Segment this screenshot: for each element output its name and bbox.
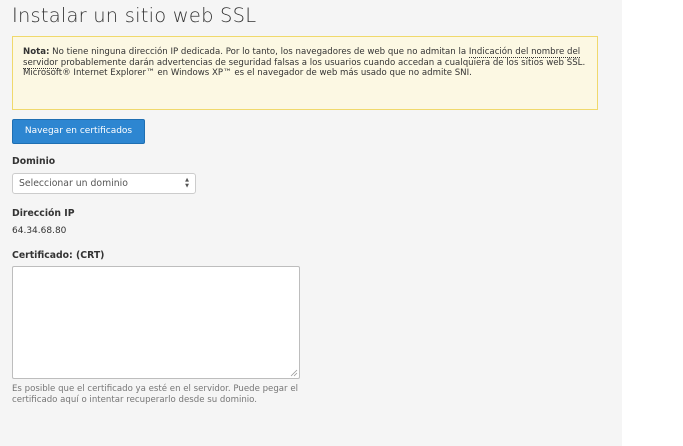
alert-text-part-1: No tiene ninguna dirección IP dedicada. … xyxy=(49,47,469,57)
page: Instalar un sitio web SSL Nota: No tiene… xyxy=(0,0,683,446)
resize-handle-icon[interactable] xyxy=(290,369,298,377)
page-title: Instalar un sitio web SSL xyxy=(12,4,257,27)
main-content: Instalar un sitio web SSL Nota: No tiene… xyxy=(0,0,622,446)
certificate-help-text: Es posible que el certificado ya esté en… xyxy=(12,384,298,406)
select-arrows-icon: ▲ ▼ xyxy=(185,176,189,189)
domain-select-value: Seleccionar un dominio xyxy=(19,178,128,189)
ip-address-value: 64.34.68.80 xyxy=(12,226,67,236)
domain-label: Dominio xyxy=(12,156,56,167)
browse-certificates-button[interactable]: Navegar en certificados xyxy=(12,119,145,144)
sni-warning-alert: Nota: No tiene ninguna dirección IP dedi… xyxy=(12,36,598,110)
certificate-label: Certificado: (CRT) xyxy=(12,250,105,261)
domain-select[interactable]: Seleccionar un dominio ▲ ▼ xyxy=(12,173,196,194)
certificate-textarea[interactable] xyxy=(12,266,300,379)
ip-address-label: Dirección IP xyxy=(12,208,75,219)
alert-title: Nota: xyxy=(23,47,50,57)
alert-text-part-2: probablemente darán advertencias de segu… xyxy=(23,57,586,79)
